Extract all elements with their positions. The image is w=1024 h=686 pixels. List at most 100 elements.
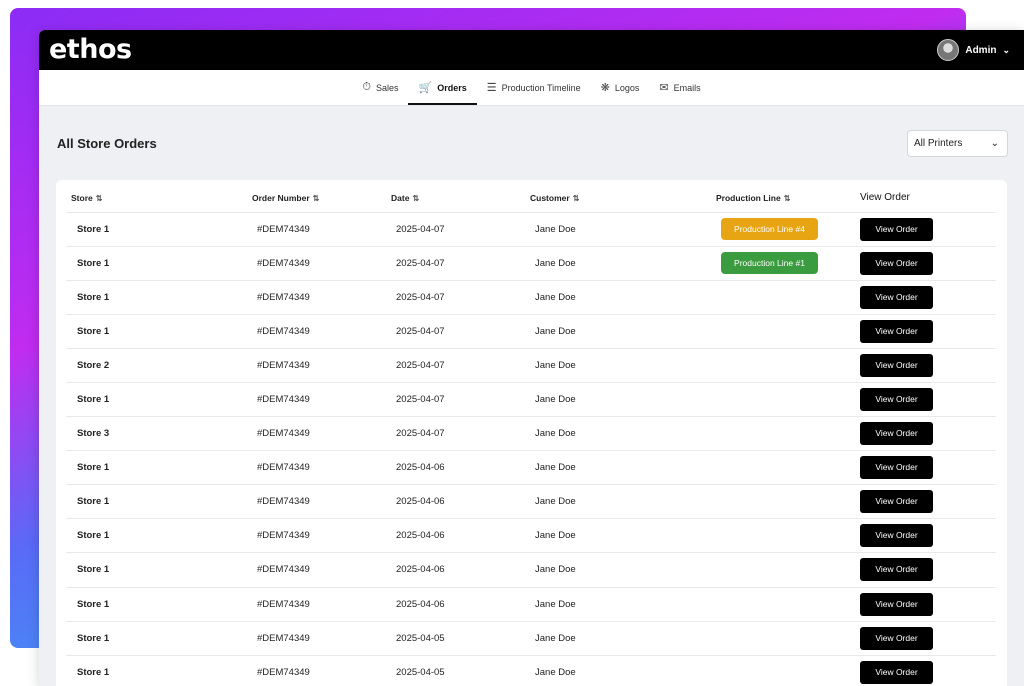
view-order-button[interactable]: View Order — [860, 319, 933, 343]
production-line-badge[interactable]: Production Line #4 — [721, 218, 818, 241]
table-row: Store 1 #DEM74349 2025-04-05 Jane Doe View O… — [66, 655, 996, 686]
customer-cell: Jane Doe — [530, 382, 716, 418]
avatar — [937, 39, 960, 61]
column-header-view-order: View Order — [860, 184, 996, 213]
table-row: Store 1 #DEM74349 2025-04-06 Jane Doe View O… — [66, 552, 996, 588]
table-row: Store 1 #DEM74349 2025-04-06 Jane Doe View O… — [66, 484, 996, 520]
production-line-badge[interactable]: Production Line #1 — [721, 252, 818, 275]
sort-icon: ⇅ — [783, 193, 791, 203]
date-cell: 2025-04-07 — [391, 382, 530, 418]
tab-emails[interactable]: ✉ Emails — [649, 70, 710, 105]
production-line-cell — [716, 450, 860, 486]
column-header-date[interactable]: Date ⇅ — [391, 184, 530, 213]
cart-icon: 🛒 — [418, 82, 433, 94]
user-menu[interactable]: Admin ⌄ — [937, 39, 1010, 61]
view-order-button[interactable]: View Order — [860, 353, 933, 377]
view-order-button[interactable]: View Order — [860, 217, 933, 241]
tab-production-timeline[interactable]: ☰ Production Timeline — [477, 70, 591, 105]
order-number-cell: #DEM74349 — [252, 450, 391, 486]
column-header-customer[interactable]: Customer ⇅ — [530, 184, 716, 213]
production-line-cell — [716, 280, 860, 315]
view-order-button[interactable]: View Order — [860, 558, 933, 582]
date-cell: 2025-04-07 — [391, 246, 530, 281]
view-order-button[interactable]: View Order — [860, 524, 933, 548]
order-number-cell: #DEM74349 — [252, 416, 391, 452]
customer-cell: Jane Doe — [530, 621, 716, 656]
view-order-button[interactable]: View Order — [860, 490, 933, 514]
timeline-icon: ☰ — [486, 82, 497, 94]
view-order-button[interactable]: View Order — [860, 422, 933, 446]
orders-card: Store ⇅ Order Number ⇅ Date ⇅ Customer ⇅ Pro… — [56, 180, 1007, 686]
store-cell: Store 1 — [66, 621, 252, 656]
table-row: Store 1 #DEM74349 2025-04-06 Jane Doe View O… — [66, 518, 996, 554]
production-line-cell — [716, 484, 860, 520]
tab-label: Logos — [614, 82, 640, 93]
sort-icon: ⇅ — [412, 193, 420, 203]
sort-icon: ⇅ — [312, 193, 320, 203]
date-cell: 2025-04-07 — [391, 280, 530, 315]
view-order-cell: View Order — [860, 450, 996, 486]
store-cell: Store 1 — [66, 314, 252, 349]
view-order-cell: View Order — [860, 587, 996, 622]
production-line-cell — [716, 382, 860, 418]
view-order-button[interactable]: View Order — [860, 285, 933, 309]
view-order-button[interactable]: View Order — [860, 456, 933, 480]
view-order-cell: View Order — [860, 484, 996, 520]
order-number-cell: #DEM74349 — [252, 314, 391, 349]
table-row: Store 3 #DEM74349 2025-04-07 Jane Doe View O… — [66, 416, 996, 452]
tab-label: Sales — [375, 82, 399, 93]
production-line-cell: Production Line #1 — [716, 246, 860, 281]
sort-icon: ⇅ — [572, 193, 580, 203]
date-cell: 2025-04-07 — [391, 348, 530, 383]
view-order-cell: View Order — [860, 518, 996, 554]
view-order-button[interactable]: View Order — [860, 592, 933, 616]
brand-logo[interactable]: ethos — [49, 30, 132, 70]
table-row: Store 1 #DEM74349 2025-04-06 Jane Doe View O… — [66, 587, 996, 622]
store-cell: Store 1 — [66, 382, 252, 418]
view-order-cell: View Order — [860, 280, 996, 315]
customer-cell: Jane Doe — [530, 246, 716, 281]
printer-filter-select[interactable]: All Printers ⌄ — [907, 129, 1008, 157]
store-cell: Store 1 — [66, 552, 252, 588]
view-order-cell: View Order — [860, 246, 996, 281]
column-header-order-number[interactable]: Order Number ⇅ — [252, 184, 391, 213]
order-number-cell: #DEM74349 — [252, 212, 391, 247]
view-order-button[interactable]: View Order — [860, 388, 933, 412]
store-cell: Store 3 — [66, 416, 252, 452]
tab-label: Production Timeline — [501, 82, 581, 93]
tab-sales[interactable]: ⏱ Sales — [352, 70, 408, 105]
view-order-button[interactable]: View Order — [860, 626, 933, 650]
main-content: All Store Orders All Printers ⌄ Store ⇅ O… — [39, 106, 1024, 686]
page-title: All Store Orders — [57, 135, 157, 151]
view-order-cell: View Order — [860, 552, 996, 588]
table-row: Store 1 #DEM74349 2025-04-07 Jane Doe View O… — [66, 382, 996, 418]
table-header-row: Store ⇅ Order Number ⇅ Date ⇅ Customer ⇅ Pro… — [66, 184, 996, 213]
store-cell: Store 1 — [66, 450, 252, 486]
chevron-down-icon: ⌄ — [1002, 44, 1010, 55]
view-order-button[interactable]: View Order — [860, 660, 933, 684]
column-header-production-line[interactable]: Production Line ⇅ — [716, 184, 860, 213]
view-order-cell: View Order — [860, 621, 996, 656]
orders-table: Store ⇅ Order Number ⇅ Date ⇅ Customer ⇅ Pro… — [66, 184, 996, 686]
view-order-button[interactable]: View Order — [860, 251, 933, 275]
chevron-down-icon: ⌄ — [990, 137, 999, 149]
date-cell: 2025-04-06 — [391, 450, 530, 486]
tab-label: Emails — [673, 82, 701, 93]
customer-cell: Jane Doe — [530, 348, 716, 383]
store-cell: Store 2 — [66, 348, 252, 383]
date-cell: 2025-04-05 — [391, 621, 530, 656]
tab-label: Orders — [437, 82, 467, 93]
order-number-cell: #DEM74349 — [252, 518, 391, 554]
order-number-cell: #DEM74349 — [252, 552, 391, 588]
table-row: Store 1 #DEM74349 2025-04-07 Jane Doe Produc… — [66, 212, 996, 247]
sales-icon: ⏱ — [362, 81, 371, 93]
tab-logos[interactable]: ❋ Logos — [591, 70, 650, 105]
store-cell: Store 1 — [66, 246, 252, 281]
tab-orders[interactable]: 🛒 Orders — [408, 70, 477, 105]
page-header: All Store Orders All Printers ⌄ — [56, 106, 1008, 180]
app-window: ethos Admin ⌄ ⏱ Sales 🛒 Orders ☰ Production T… — [39, 30, 1024, 686]
production-line-cell — [716, 314, 860, 349]
printer-filter-value: All Printers — [914, 137, 963, 149]
production-line-cell — [716, 552, 860, 588]
column-header-store[interactable]: Store ⇅ — [66, 184, 252, 213]
